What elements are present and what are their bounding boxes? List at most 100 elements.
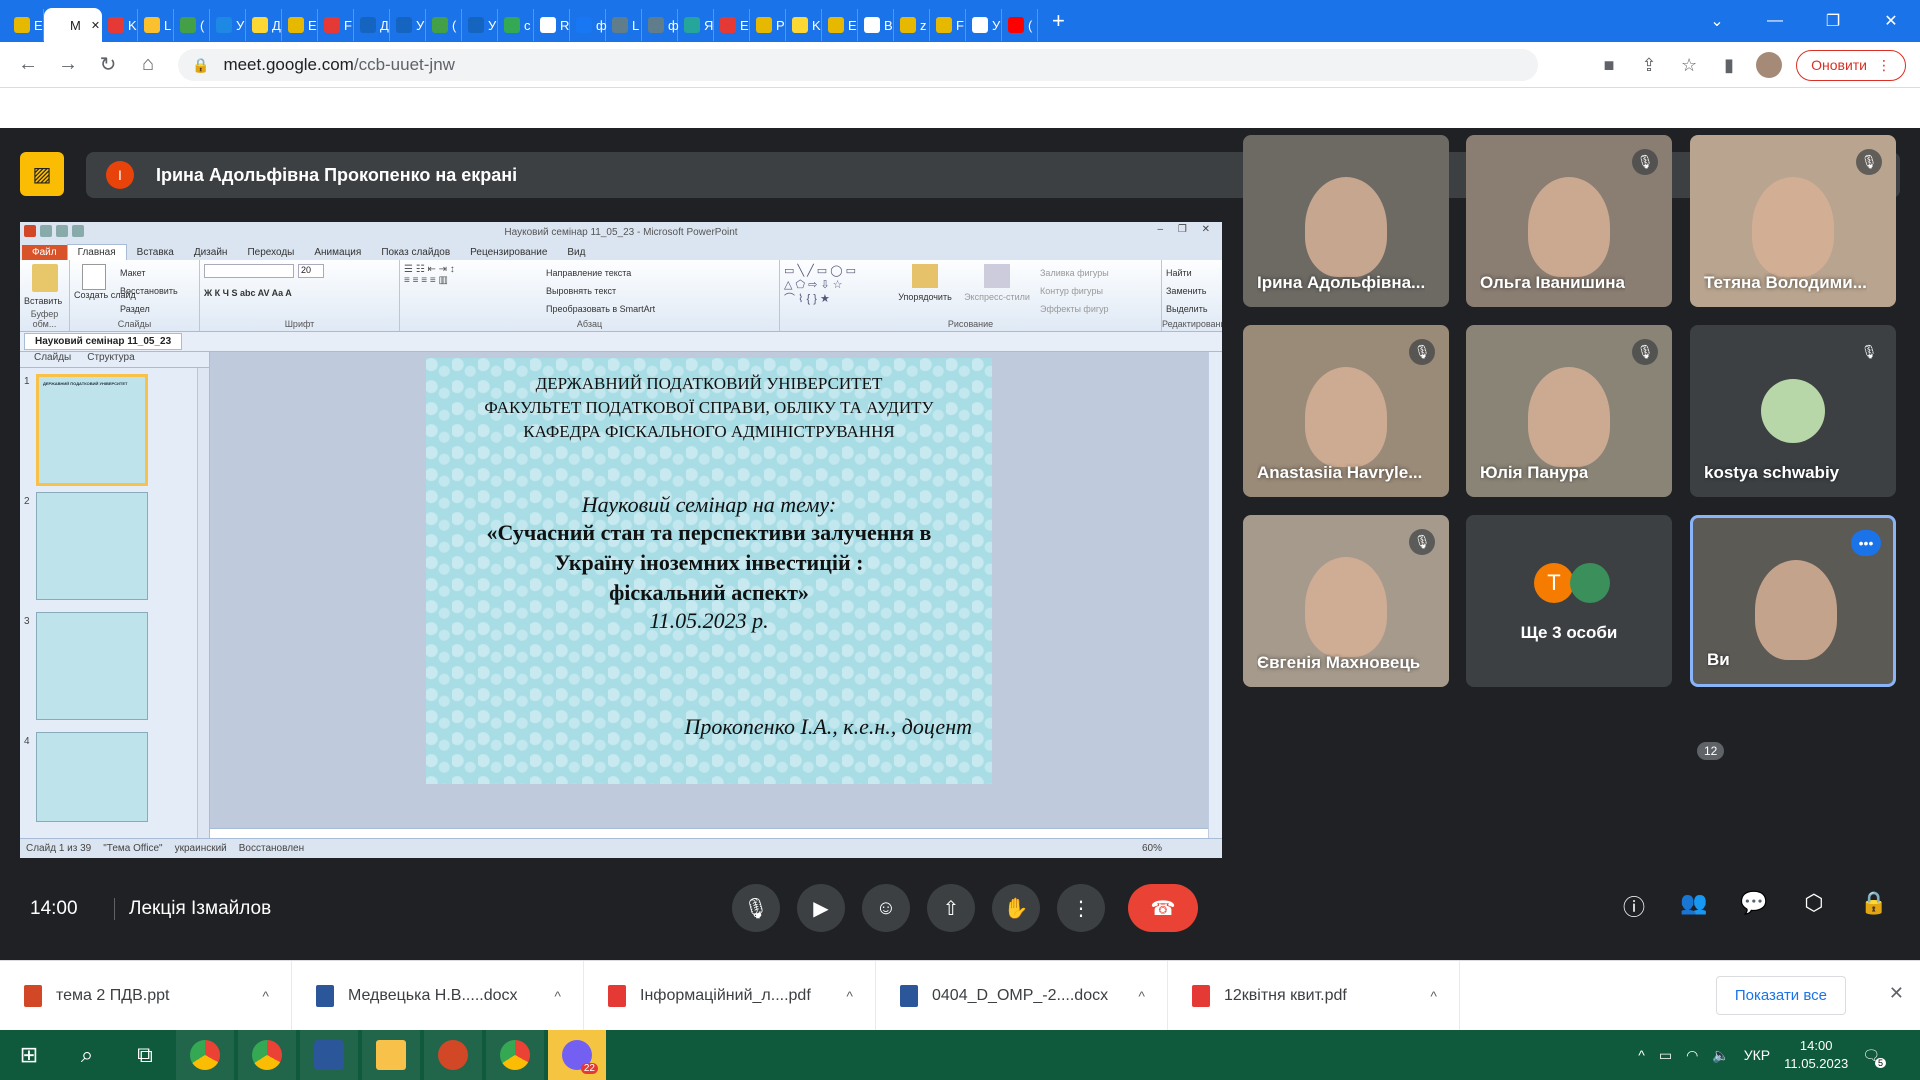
new-tab-icon[interactable]: +	[1052, 8, 1065, 34]
ribbon-tab[interactable]: Дизайн	[184, 245, 238, 260]
emoji-icon[interactable]: ☺	[862, 884, 910, 932]
download-item[interactable]: Інформаційний_л....pdf ^	[584, 960, 876, 1031]
select-button[interactable]: Выделить	[1166, 300, 1218, 318]
save-icon[interactable]	[40, 225, 52, 237]
reset-button[interactable]: Восстановить	[120, 282, 178, 300]
chat-icon[interactable]: 💬	[1738, 890, 1770, 922]
browser-tab[interactable]: (	[174, 9, 210, 41]
ribbon-tab[interactable]: Анимация	[304, 245, 371, 260]
shared-screen[interactable]: Науковий семінар 11_05_23 - Microsoft Po…	[20, 222, 1222, 858]
zoom-level[interactable]: 60%	[1142, 843, 1162, 854]
profile-avatar[interactable]	[1756, 52, 1783, 78]
slide-thumbnail-1[interactable]: ДЕРЖАВНИЙ ПОДАТКОВИЙ УНІВЕРСИТЕТ	[36, 374, 148, 486]
quick-styles-icon[interactable]	[984, 264, 1010, 288]
participant-tile[interactable]: kostya schwabiy 🎙	[1690, 325, 1896, 497]
participant-tile[interactable]: Ірина Адольфівна...	[1243, 135, 1449, 307]
battery-icon[interactable]: ▭	[1659, 1047, 1672, 1064]
thumbs-scrollbar[interactable]	[197, 368, 209, 838]
tray-clock[interactable]: 14:00 11.05.2023	[1784, 1037, 1848, 1073]
powerpoint-taskbar-icon[interactable]	[424, 1030, 482, 1080]
ribbon-tab[interactable]: Показ слайдов	[371, 245, 460, 260]
download-item[interactable]: 0404_D_OMP_-2....docx ^	[876, 960, 1168, 1031]
minimize-button[interactable]: —	[1746, 12, 1804, 30]
browser-tab[interactable]: L	[138, 9, 174, 41]
tab-slides[interactable]: Слайды	[34, 352, 71, 367]
chrome-taskbar-icon-3[interactable]	[486, 1030, 544, 1080]
chevron-up-icon[interactable]: ^	[554, 988, 561, 1004]
chrome-taskbar-icon-2[interactable]	[238, 1030, 296, 1080]
host-controls-icon[interactable]: 🔒	[1858, 890, 1890, 922]
tray-chevron-icon[interactable]: ^	[1638, 1047, 1645, 1063]
layout-button[interactable]: Макет	[120, 264, 178, 282]
section-button[interactable]: Раздел	[120, 300, 178, 318]
present-screen-icon[interactable]: ⇧	[927, 884, 975, 932]
chevron-up-icon[interactable]: ^	[1430, 988, 1437, 1004]
browser-tab[interactable]: У	[462, 9, 498, 41]
close-downloads-icon[interactable]: ✕	[1889, 983, 1904, 1004]
browser-tab[interactable]: ф	[570, 9, 607, 41]
slide-thumbnail-4[interactable]	[36, 732, 148, 822]
search-icon[interactable]: ⌕	[58, 1030, 116, 1080]
task-view-icon[interactable]: ⧉	[116, 1030, 174, 1080]
browser-tab[interactable]: E	[282, 9, 318, 41]
browser-tab[interactable]: E	[822, 9, 858, 41]
camera-icon[interactable]: ▶	[797, 884, 845, 932]
find-button[interactable]: Найти	[1166, 264, 1218, 282]
redo-icon[interactable]	[72, 225, 84, 237]
participant-tile[interactable]: T Ще 3 особи	[1466, 515, 1672, 687]
participant-tile[interactable]: Anastasiia Havryle... 🎙	[1243, 325, 1449, 497]
participant-tile[interactable]: Ви •••	[1690, 515, 1896, 687]
new-slide-icon[interactable]	[82, 264, 106, 290]
microphone-icon[interactable]: 🎙	[732, 884, 780, 932]
download-item[interactable]: тема 2 ПДВ.ppt ^	[0, 960, 292, 1031]
participant-tile[interactable]: Ольга Іванишина 🎙	[1466, 135, 1672, 307]
viber-taskbar-icon[interactable]: 22	[548, 1030, 606, 1080]
ppt-window-controls[interactable]: – ❐ ✕	[1158, 224, 1216, 235]
browser-tab[interactable]: E	[8, 9, 44, 41]
network-icon[interactable]: ◠	[1686, 1047, 1698, 1064]
browser-tab[interactable]: L	[606, 9, 642, 41]
tab-search-icon[interactable]: ⌄	[1688, 11, 1746, 31]
participant-tile[interactable]: Євгенія Махновець 🎙	[1243, 515, 1449, 687]
browser-tab[interactable]: c	[498, 9, 534, 41]
reload-icon[interactable]: ↻	[88, 52, 128, 77]
shape-fill-button[interactable]: Заливка фигуры	[1040, 264, 1109, 282]
shapes-gallery[interactable]: ▭ ╲ ╱ ▭ ◯ ▭ △ ⬠ ⇨ ⇩ ☆ ⌒ ⌇ { } ★	[784, 264, 888, 327]
slide-thumbnail-2[interactable]	[36, 492, 148, 600]
more-options-icon[interactable]: ⋮	[1057, 884, 1105, 932]
undo-icon[interactable]	[56, 225, 68, 237]
browser-tab[interactable]: У	[966, 9, 1002, 41]
browser-tab[interactable]: (	[1002, 9, 1038, 41]
slide-scrollbar[interactable]	[1208, 352, 1222, 838]
slide-thumbnails-pane[interactable]: Слайды Структура 1 ДЕРЖАВНИЙ ПОДАТКОВИЙ У…	[20, 352, 210, 838]
browser-tab[interactable]: P	[750, 9, 786, 41]
shape-effects-button[interactable]: Эффекты фигур	[1040, 300, 1109, 318]
paragraph-buttons[interactable]: ☰ ☷ ⇤ ⇥ ↕ ≡ ≡ ≡ ≡ ▥	[404, 264, 534, 327]
browser-tab[interactable]: Я	[678, 9, 714, 41]
tab-outline[interactable]: Структура	[87, 352, 134, 367]
font-format-buttons[interactable]: Ж К Ч S abc AV Aa A	[204, 284, 395, 302]
new-slide-button[interactable]: Создать слайд	[74, 290, 136, 301]
browser-tab[interactable]: F	[930, 9, 966, 41]
activities-icon[interactable]: ⬡	[1798, 890, 1830, 922]
browser-tab[interactable]: ф	[642, 9, 679, 41]
browser-tab[interactable]: B	[858, 9, 894, 41]
browser-tab[interactable]: K	[786, 9, 822, 41]
tile-options-icon[interactable]: •••	[1851, 530, 1881, 556]
maximize-button[interactable]: ❐	[1804, 11, 1862, 31]
browser-tab[interactable]: R	[534, 9, 570, 41]
camera-in-use-icon[interactable]: ■	[1596, 55, 1622, 76]
smartart-button[interactable]: Преобразовать в SmartArt	[546, 300, 655, 318]
close-tab-icon[interactable]: ✕	[91, 19, 100, 32]
raise-hand-icon[interactable]: ✋	[992, 884, 1040, 932]
people-icon[interactable]: 👥	[1678, 890, 1710, 922]
forward-icon[interactable]: →	[48, 53, 88, 76]
download-item[interactable]: 12квітня квит.pdf ^	[1168, 960, 1460, 1031]
close-window-button[interactable]: ✕	[1862, 11, 1920, 31]
back-icon[interactable]: ←	[8, 53, 48, 76]
share-icon[interactable]: ⇪	[1636, 55, 1662, 76]
download-item[interactable]: Медвецька Н.В.....docx ^	[292, 960, 584, 1031]
arrange-icon[interactable]	[912, 264, 938, 288]
input-language[interactable]: УКР	[1744, 1047, 1770, 1063]
ribbon-tab[interactable]: Рецензирование	[460, 245, 557, 260]
